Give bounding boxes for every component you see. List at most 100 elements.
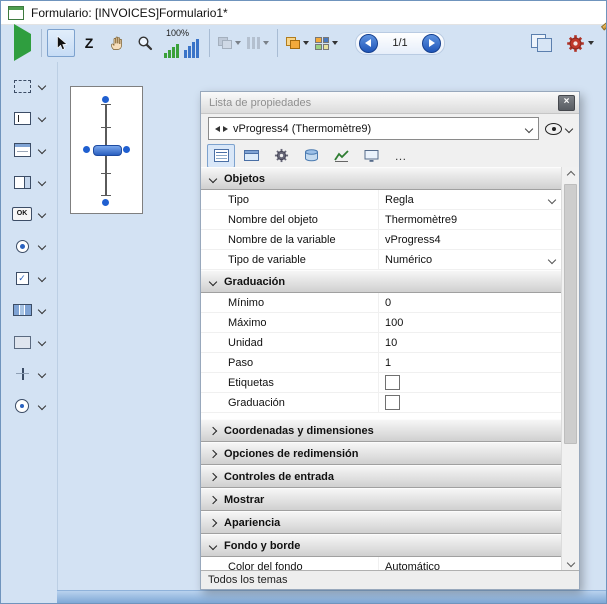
object-nav-arrows[interactable]: [215, 126, 228, 132]
chevron-down-icon: [566, 559, 574, 567]
section-header-fondo-borde[interactable]: Fondo y borde: [201, 534, 562, 557]
chevron-down-icon[interactable]: [548, 195, 556, 203]
scroll-down-button[interactable]: [562, 555, 579, 571]
tab-chart[interactable]: [327, 144, 355, 168]
property-value: [378, 373, 562, 392]
hand-tool-button[interactable]: [103, 29, 131, 57]
tool-checkbox[interactable]: ✓: [9, 266, 57, 290]
section-header-mostrar[interactable]: Mostrar: [201, 488, 562, 511]
tool-button[interactable]: OK: [9, 202, 57, 226]
radio-icon: [16, 240, 29, 253]
tool-splitter[interactable]: [9, 362, 57, 386]
section-header-coordenadas[interactable]: Coordenadas y dimensiones: [201, 419, 562, 442]
next-page-button[interactable]: [422, 34, 441, 53]
align-dropdown-button[interactable]: [215, 35, 244, 51]
object-selector-row: vProgress4 (Thermomètre9): [201, 114, 579, 143]
tool-indicator[interactable]: [9, 394, 57, 418]
window-titlebar[interactable]: Formulario: [INVOICES]Formulario1*: [1, 1, 606, 25]
form-page[interactable]: [70, 86, 143, 214]
display-options-button[interactable]: [545, 123, 572, 135]
selection-handle[interactable]: [123, 146, 130, 153]
property-value[interactable]: 100: [378, 313, 562, 332]
zoom-bar: [168, 50, 171, 58]
section-header-apariencia[interactable]: Apariencia: [201, 511, 562, 534]
chevron-down-icon[interactable]: [38, 146, 46, 154]
section-header-graduacion[interactable]: Graduación: [201, 270, 562, 293]
selection-handle[interactable]: [102, 199, 109, 206]
tool-combobox[interactable]: [9, 170, 57, 194]
chevron-down-icon[interactable]: [38, 370, 46, 378]
chevron-down-icon[interactable]: [38, 306, 46, 314]
section-header-redimension[interactable]: Opciones de redimensión: [201, 442, 562, 465]
panel-vertical-scrollbar[interactable]: [561, 167, 579, 571]
zoom-bar: [164, 53, 167, 58]
prev-object-arrow-icon[interactable]: [215, 126, 220, 132]
object-selector-combobox[interactable]: vProgress4 (Thermomètre9): [208, 117, 539, 140]
chevron-down-icon: [303, 41, 309, 45]
chevron-down-icon[interactable]: [38, 178, 46, 186]
duplicate-grid-dropdown-button[interactable]: [312, 35, 341, 52]
scrollbar-thumb[interactable]: [564, 184, 577, 444]
settings-gear-button[interactable]: [566, 34, 594, 53]
chevron-down-icon[interactable]: [38, 402, 46, 410]
tab-display[interactable]: [357, 144, 385, 168]
chevron-right-icon: [209, 426, 217, 434]
scroll-up-button[interactable]: [562, 167, 579, 183]
section-header-objetos[interactable]: Objetos: [201, 167, 562, 190]
combobox-icon: [14, 176, 31, 189]
selected-object-label: vProgress4 (Thermomètre9): [233, 123, 371, 135]
form-pages-button[interactable]: [531, 34, 554, 53]
tool-text-input[interactable]: [9, 106, 57, 130]
property-value[interactable]: 0: [378, 293, 562, 312]
slider-handle[interactable]: [93, 145, 122, 156]
property-value[interactable]: Thermomètre9: [378, 210, 562, 229]
pointer-tool-button[interactable]: [47, 29, 75, 57]
run-form-button[interactable]: [9, 34, 36, 52]
chevron-down-icon[interactable]: [38, 274, 46, 282]
tool-rectangle[interactable]: [9, 330, 57, 354]
selection-handle[interactable]: [102, 96, 109, 103]
zoom-bars-large[interactable]: [184, 39, 199, 58]
tab-data-source[interactable]: [297, 144, 325, 168]
chevron-down-icon[interactable]: [38, 114, 46, 122]
chevron-down-icon[interactable]: [525, 124, 533, 132]
property-value[interactable]: Numérico: [378, 250, 562, 269]
zorder-tool-button[interactable]: Z: [75, 29, 103, 57]
section-header-controles[interactable]: Controles de entrada: [201, 465, 562, 488]
prev-page-button[interactable]: [359, 34, 378, 53]
level-dropdown-button[interactable]: [283, 35, 312, 51]
chevron-down-icon[interactable]: [38, 242, 46, 250]
zoom-tool-button[interactable]: [131, 29, 159, 57]
chevron-down-icon[interactable]: [548, 255, 556, 263]
selection-handle[interactable]: [83, 146, 90, 153]
tab-more[interactable]: …: [387, 144, 415, 168]
chevron-down-icon[interactable]: [38, 338, 46, 346]
close-button[interactable]: ×: [558, 95, 575, 111]
tool-radio-button[interactable]: [9, 234, 57, 258]
property-value[interactable]: vProgress4: [378, 230, 562, 249]
zoom-bar: [184, 50, 187, 58]
chevron-down-icon[interactable]: [38, 82, 46, 90]
tab-property-list[interactable]: [207, 144, 235, 168]
tool-listbox[interactable]: [9, 138, 57, 162]
property-value-text: 1: [385, 357, 391, 369]
property-value[interactable]: Regla: [378, 190, 562, 209]
checkbox[interactable]: [385, 375, 400, 390]
checkbox[interactable]: [385, 395, 400, 410]
chevron-down-icon[interactable]: [38, 210, 46, 218]
property-value[interactable]: 10: [378, 333, 562, 352]
section-title: Apariencia: [224, 517, 280, 529]
tab-action[interactable]: [267, 144, 295, 168]
distribute-dropdown-button[interactable]: [244, 35, 272, 51]
tool-marquee[interactable]: [9, 74, 57, 98]
zoom-bars-small[interactable]: [164, 44, 179, 58]
dial-icon: [15, 399, 29, 413]
panel-titlebar[interactable]: Lista de propiedades ×: [201, 92, 579, 114]
property-value[interactable]: Automático: [378, 557, 562, 571]
tool-button-bar[interactable]: [9, 298, 57, 322]
property-value[interactable]: 1: [378, 353, 562, 372]
next-object-arrow-icon[interactable]: [223, 126, 228, 132]
canvas-horizontal-scrollbar[interactable]: [57, 590, 606, 603]
gear-icon: [566, 34, 585, 53]
tab-form[interactable]: [237, 144, 265, 168]
